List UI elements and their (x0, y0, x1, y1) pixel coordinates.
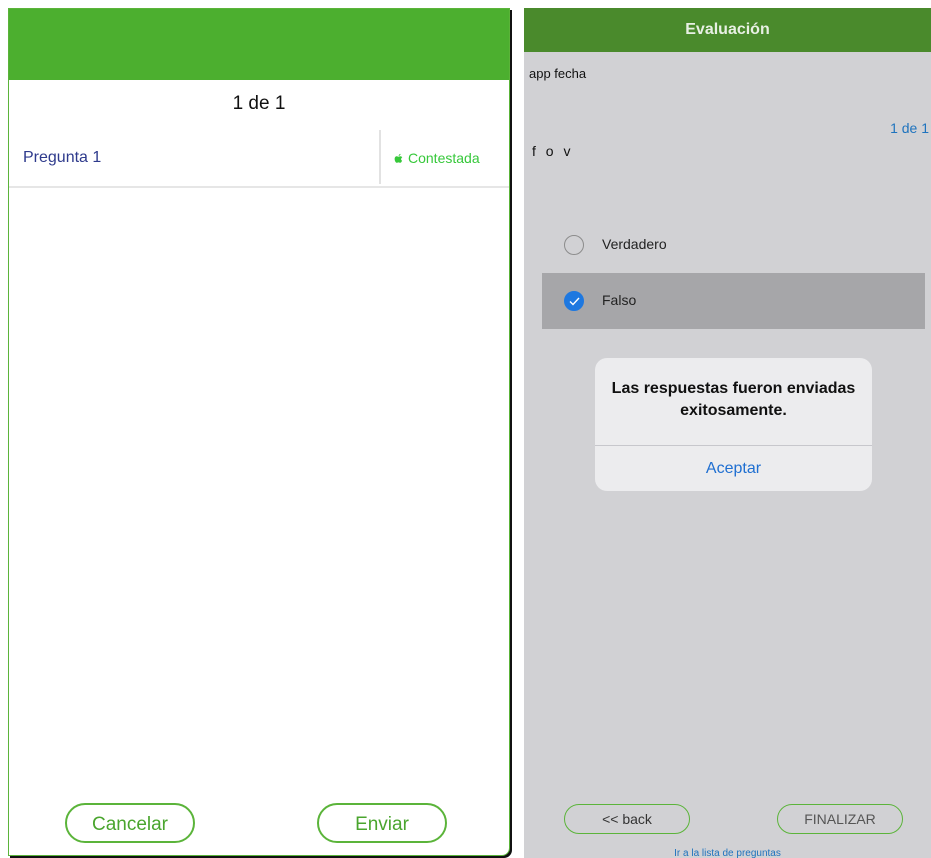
option-falso[interactable]: Falso (542, 273, 925, 329)
question-list-item[interactable]: Pregunta 1 Contestada (9, 130, 509, 188)
success-alert-dialog: Las respuestas fueron enviadas exitosame… (595, 358, 872, 491)
apple-icon (394, 153, 403, 163)
row-divider (379, 130, 381, 184)
question-text: f o v (532, 143, 574, 159)
question-counter: 1 de 1 (890, 120, 929, 136)
alert-message: Las respuestas fueron enviadas exitosame… (611, 380, 856, 419)
option-verdadero[interactable]: Verdadero (542, 217, 925, 273)
subtitle-text: app fecha (529, 66, 587, 81)
evaluation-header: Evaluación (524, 8, 931, 52)
right-screen: Evaluación app fecha 1 de 1 f o v Verdad… (524, 8, 931, 858)
radio-checked-icon[interactable] (564, 291, 584, 311)
send-button[interactable]: Enviar (317, 803, 447, 843)
accept-button[interactable]: Aceptar (595, 446, 872, 491)
question-counter: 1 de 1 (232, 93, 286, 114)
finish-button[interactable]: FINALIZAR (777, 804, 903, 834)
question-status-text: Contestada (408, 150, 480, 166)
option-label: Falso (602, 292, 637, 308)
checkmark-icon (569, 297, 580, 306)
back-button[interactable]: << back (564, 804, 690, 834)
question-list-link[interactable]: Ir a la lista de preguntas (524, 848, 931, 858)
left-screen: 1 de 1 Pregunta 1 Contestada Cancelar En… (8, 8, 510, 856)
option-label: Verdadero (602, 236, 667, 252)
question-status: Contestada (393, 150, 480, 166)
left-header-bar (9, 9, 509, 80)
radio-unchecked-icon[interactable] (564, 235, 584, 255)
cancel-button[interactable]: Cancelar (65, 803, 195, 843)
question-label: Pregunta 1 (23, 149, 102, 166)
